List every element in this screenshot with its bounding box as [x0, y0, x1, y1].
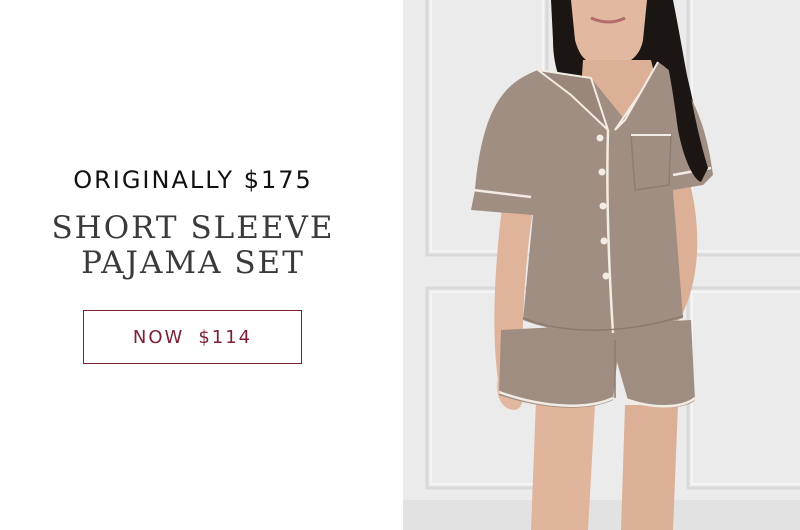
product-title-line-1: SHORT SLEEVE: [51, 210, 335, 246]
sale-price: $114: [198, 326, 253, 348]
product-title-line-2: PAJAMA SET: [81, 245, 305, 281]
promo-text-panel: ORIGINALLY $175 SHORT SLEEVE PAJAMA SET …: [0, 0, 403, 530]
now-label: NOW: [132, 326, 185, 348]
product-photo: [403, 0, 800, 530]
now-price-button[interactable]: NOW $114: [83, 310, 302, 364]
original-price-label: ORIGINALLY $175: [73, 166, 313, 194]
promo-banner: ORIGINALLY $175 SHORT SLEEVE PAJAMA SET …: [0, 0, 800, 530]
